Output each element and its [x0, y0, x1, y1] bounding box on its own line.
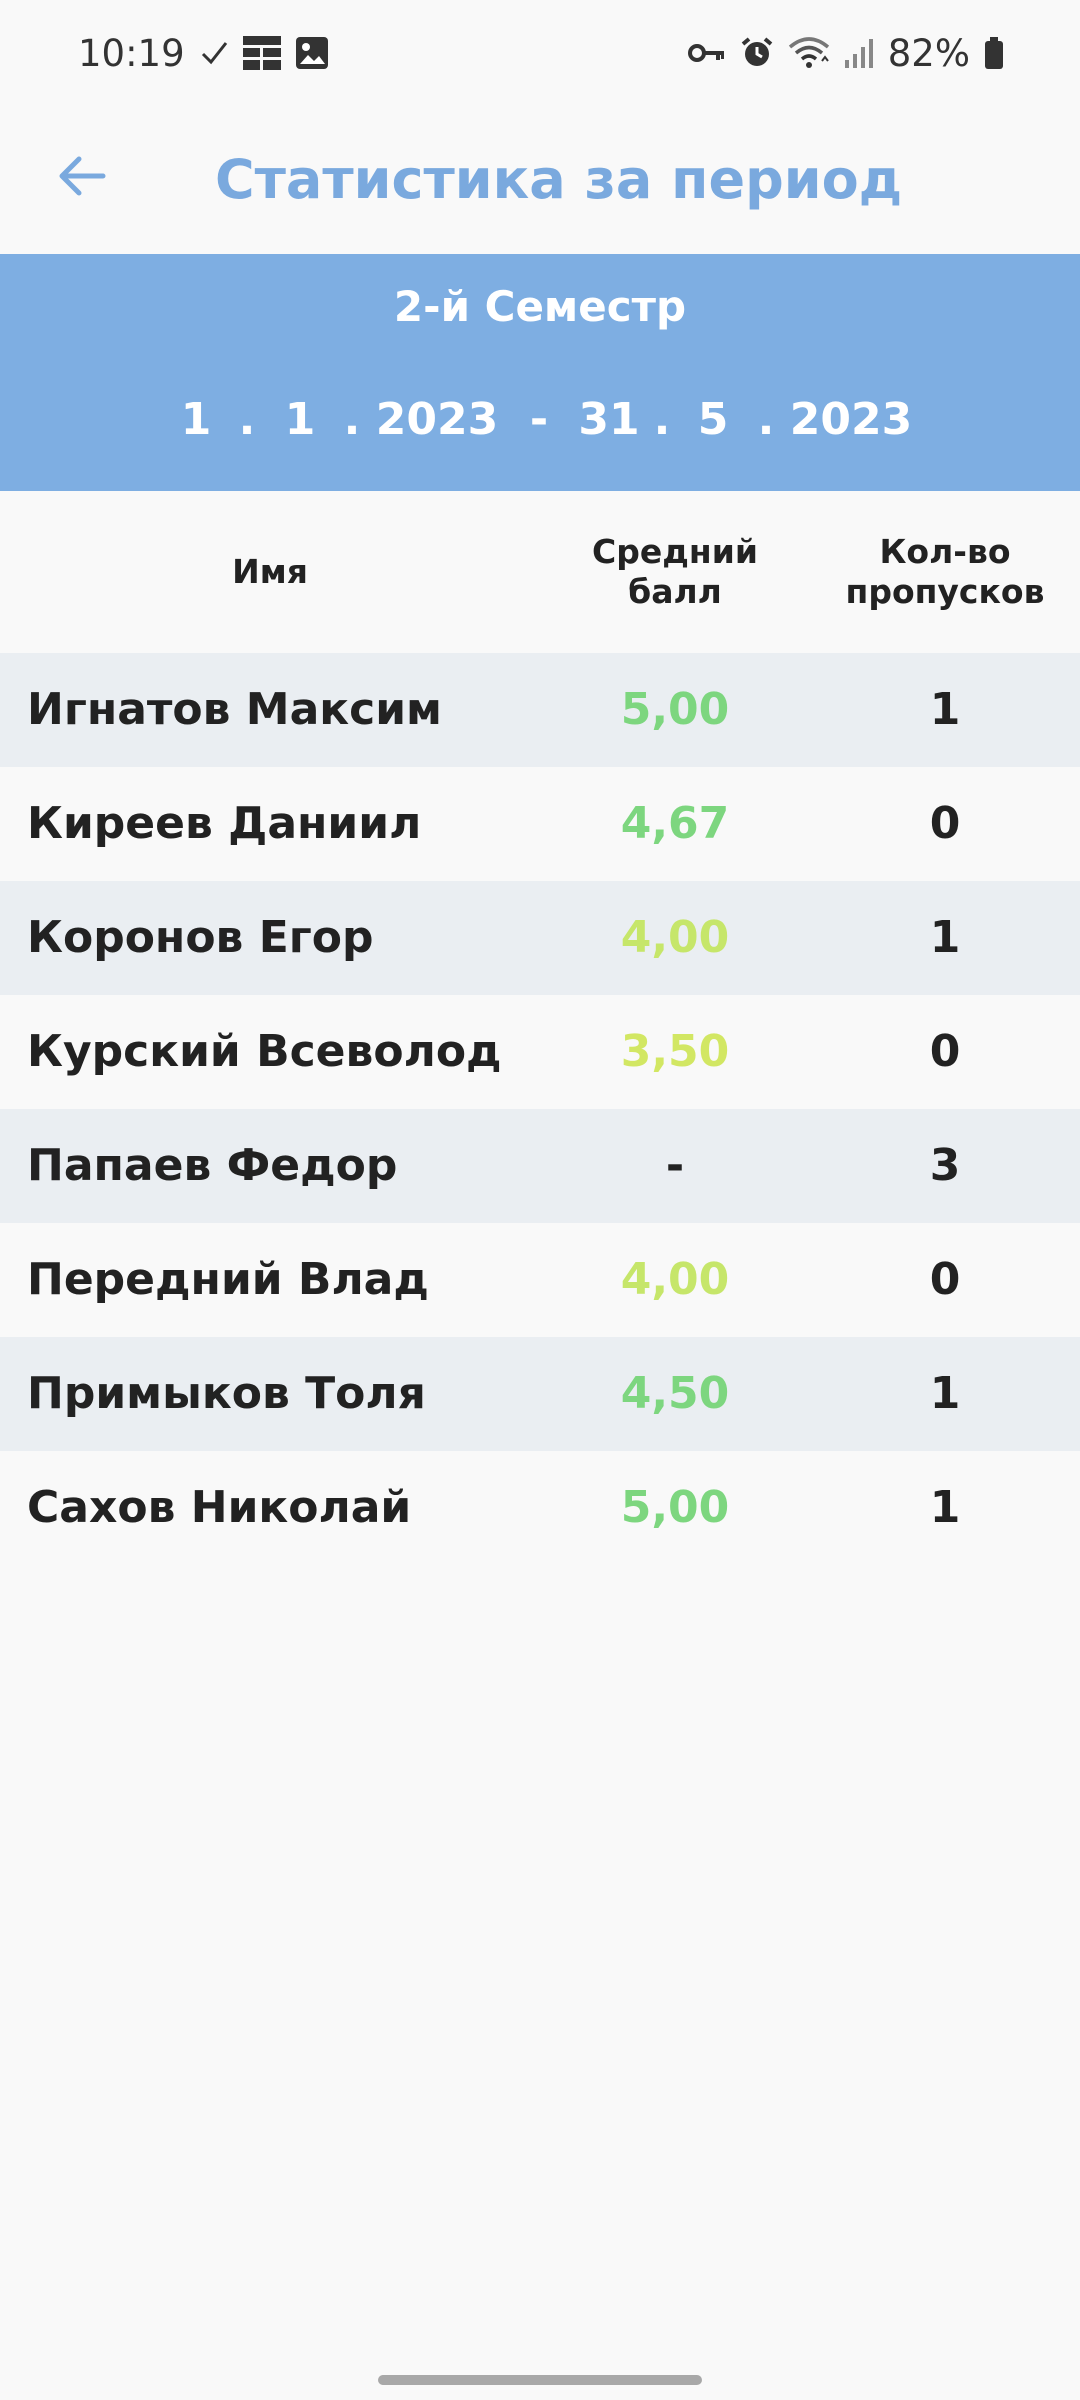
end-year[interactable]: 2023 [790, 394, 912, 445]
table-row[interactable]: Курский Всеволод 3,50 0 [0, 995, 1080, 1109]
signal-icon [844, 38, 874, 68]
average-grade: 4,67 [620, 798, 730, 849]
student-name: Папаев Федор [27, 1140, 398, 1191]
table-row[interactable]: Коронов Егор 4,00 1 [0, 881, 1080, 995]
check-icon [199, 38, 229, 68]
average-grade: 4,00 [620, 912, 730, 963]
status-bar-left: 10:19 [78, 32, 329, 75]
student-name: Передний Влад [27, 1254, 429, 1305]
arrow-left-icon [59, 156, 106, 196]
absence-count: 0 [929, 1026, 961, 1077]
date-separator: . [653, 394, 671, 445]
alarm-icon [740, 36, 774, 70]
back-button[interactable] [48, 142, 116, 210]
period-header: 2-й Семестр 1 . 1 . 2023 - 31 . 5 . 2023 [0, 254, 1080, 491]
battery-percent: 82% [887, 31, 970, 75]
absence-count: 0 [929, 1254, 961, 1305]
image-icon [295, 36, 329, 70]
student-name: Коронов Егор [27, 912, 374, 963]
status-bar-right: 82% [687, 31, 1004, 75]
grid-notification-icon [242, 36, 281, 70]
battery-icon [984, 37, 1004, 69]
average-grade: 4,00 [620, 1254, 730, 1305]
status-bar: 10:19 82% [0, 0, 1080, 106]
date-separator: . [757, 394, 775, 445]
end-day[interactable]: 31 [578, 394, 639, 445]
table-row[interactable]: Сахов Николай 5,00 1 [0, 1451, 1080, 1565]
student-name: Игнатов Максим [27, 684, 443, 735]
period-date-range: 1 . 1 . 2023 - 31 . 5 . 2023 [0, 394, 1080, 464]
start-year[interactable]: 2023 [376, 394, 498, 445]
student-name: Сахов Николай [27, 1482, 412, 1533]
absence-count: 3 [929, 1140, 961, 1191]
average-grade: 4,50 [620, 1368, 730, 1419]
table-row[interactable]: Передний Влад 4,00 0 [0, 1223, 1080, 1337]
absence-count: 1 [929, 684, 961, 735]
student-name: Киреев Даниил [27, 798, 422, 849]
table-row[interactable]: Игнатов Максим 5,00 1 [0, 653, 1080, 767]
start-day[interactable]: 1 [181, 394, 212, 445]
average-grade: 5,00 [620, 1482, 730, 1533]
period-name: 2-й Семестр [393, 282, 687, 331]
page-title: Статистика за период [215, 148, 903, 211]
end-month[interactable]: 5 [698, 394, 729, 445]
average-grade: - [665, 1140, 685, 1191]
absence-count: 1 [929, 912, 961, 963]
table-header: Имя Средний балл Кол-во пропусков [0, 491, 1080, 653]
table-row[interactable]: Примыков Толя 4,50 1 [0, 1337, 1080, 1451]
status-time: 10:19 [78, 31, 185, 75]
table-row[interactable]: Папаев Федор - 3 [0, 1109, 1080, 1223]
date-separator: . [343, 394, 361, 445]
average-grade: 3,50 [620, 1026, 730, 1077]
student-name: Курский Всеволод [27, 1026, 502, 1077]
date-separator: . [238, 394, 256, 445]
wifi-icon [788, 37, 830, 69]
absence-count: 1 [929, 1368, 961, 1419]
gesture-bar[interactable] [378, 2375, 702, 2385]
student-name: Примыков Толя [27, 1368, 426, 1419]
column-header-absences: Кол-во пропусков [845, 532, 1045, 611]
column-header-grade: Средний балл [592, 532, 758, 611]
average-grade: 5,00 [620, 684, 730, 735]
absence-count: 1 [929, 1482, 961, 1533]
start-month[interactable]: 1 [285, 394, 316, 445]
student-list: Игнатов Максим 5,00 1 Киреев Даниил 4,67 0 Кор… [0, 653, 1080, 1565]
vpn-key-icon [687, 42, 726, 64]
range-separator: - [529, 394, 549, 445]
column-header-name: Имя [232, 552, 308, 591]
absence-count: 0 [929, 798, 961, 849]
table-row[interactable]: Киреев Даниил 4,67 0 [0, 767, 1080, 881]
app-bar: Статистика за период [0, 106, 1080, 254]
